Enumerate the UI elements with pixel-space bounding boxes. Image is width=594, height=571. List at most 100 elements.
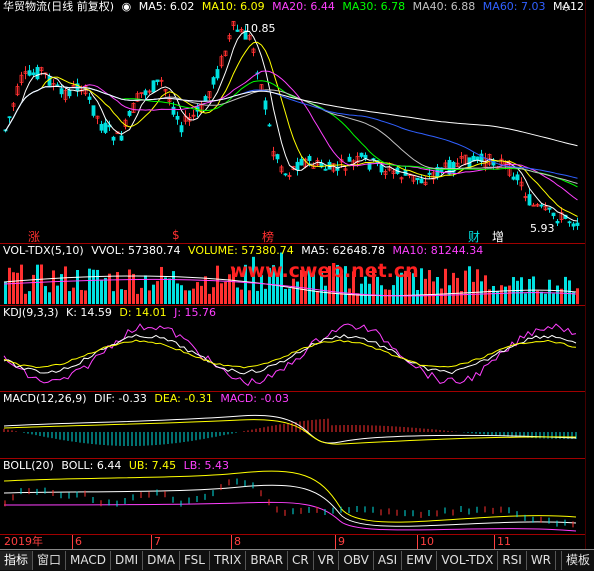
volume-bar [84,290,87,304]
axis-month-9: 9 [335,535,345,549]
price-panel[interactable]: 华贸物流(日线 前复权) ◉ MA5: 6.02 MA10: 6.09 MA20… [0,0,586,244]
candle-body [215,69,220,79]
volume-bar [100,279,103,304]
kdj-j-line [3,323,577,387]
volume-bar [136,293,139,304]
candle-body [475,156,480,161]
volume-bar [380,285,383,304]
volume-bar [168,278,171,304]
watermark: www.cweb.net.cn [230,260,419,282]
boll-panel[interactable]: BOLL(20) BOLL: 6.44 UB: 7.45 LB: 5.43 [0,458,586,534]
tab-asi[interactable]: ASI [374,551,403,570]
candle-body [347,156,352,162]
volume-bar [452,272,455,304]
candle-body [551,212,556,217]
candle-body [415,177,420,181]
tab-emv[interactable]: EMV [402,551,438,570]
boll-mid-line [3,484,577,527]
tab-indicator[interactable]: 指标 [0,551,34,570]
tab-vol-tdx[interactable]: VOL-TDX [437,551,499,570]
volume-bar [44,286,47,304]
volume-bar [576,288,579,304]
candle-body [575,222,580,226]
candle-body [363,154,368,159]
candle-body [283,173,288,176]
tab-vr[interactable]: VR [314,551,340,570]
candle-body [263,100,268,110]
volume-bar [544,293,547,304]
volume-bar [368,283,371,304]
candle-body [379,164,384,173]
volume-bar [36,264,39,304]
date-axis: 2019年 6 7 8 9 10 11 [0,534,586,549]
marker-dollar[interactable]: $ [172,228,180,242]
volume-bar [424,278,427,304]
kdj-name: KDJ(9,3,3) [3,306,59,319]
tab-brar[interactable]: BRAR [246,551,289,570]
volume-bar [176,283,179,304]
stock-title: 华贸物流(日线 前复权) [3,0,115,13]
volume-bar [188,290,191,304]
tab-dma[interactable]: DMA [143,551,180,570]
volume-bar [164,277,167,304]
tab-window[interactable]: 窗口 [33,551,67,570]
indicator-tabs: 指标 窗口 MACD DMI DMA FSL TRIX BRAR CR VR O… [0,549,594,571]
volume-bar [92,269,95,304]
kdj-header: KDJ(9,3,3) K: 14.59 D: 14.01 J: 15.76 [3,306,220,320]
tab-fsl[interactable]: FSL [180,551,210,570]
kdj-panel[interactable]: KDJ(9,3,3) K: 14.59 D: 14.01 J: 15.76 [0,305,586,391]
volume-bar [440,288,443,304]
tab-wr[interactable]: WR [527,551,557,570]
volume-bar [456,277,459,304]
volume-bar [324,285,327,304]
volume-bar [216,265,219,304]
settings-diamond-icon[interactable]: ◇ [562,0,570,13]
tab-obv[interactable]: OBV [339,551,374,570]
vol-ma10-label: MA10: 81244.34 [392,244,484,257]
candle-body [47,75,52,86]
volume-bar [12,272,15,304]
tab-dmi[interactable]: DMI [111,551,144,570]
volume-bar [180,285,183,304]
candle-body [111,136,116,141]
volume-bar [516,280,519,304]
candle-body [7,116,12,119]
volume-bar [124,289,127,304]
candle-body [539,204,544,207]
volume-bar [416,289,419,304]
candle-body [119,135,124,141]
macd-panel[interactable]: MACD(12,26,9) DIF: -0.33 DEA: -0.31 MACD… [0,391,586,458]
right-scrollbar[interactable] [585,0,594,570]
candle-body [67,89,72,97]
volume-bar [52,270,55,304]
volume-bar [432,281,435,304]
volume-bar [240,289,243,304]
ma30-label: MA30: 6.78 [342,0,406,13]
volume-bar [156,281,159,304]
volume-label: VOLUME: 57380.74 [188,244,294,257]
volume-bar [556,285,559,304]
kdj-d-label: D: 14.01 [119,306,167,319]
candle-body [103,122,108,133]
axis-month-10: 10 [417,535,434,549]
volume-bar [200,285,203,304]
volume-bar [212,287,215,304]
volume-bar [392,285,395,304]
macd-dea-label: DEA: -0.31 [154,392,213,405]
tab-trix[interactable]: TRIX [210,551,247,570]
macd-name: MACD(12,26,9) [3,392,87,405]
tab-rsi[interactable]: RSI [498,551,527,570]
volume-bar [508,285,511,304]
volume-name: VOL-TDX(5,10) [3,244,84,257]
volume-bar [552,293,555,304]
collapse-icon[interactable]: ◉ [122,0,132,13]
tab-cr[interactable]: CR [288,551,314,570]
volume-bar [48,292,51,304]
tab-macd[interactable]: MACD [66,551,112,570]
volume-panel[interactable]: VOL-TDX(5,10) VVOL: 57380.74 VOLUME: 573… [0,243,586,305]
volume-bar [256,290,259,304]
volume-bar [208,293,211,304]
tab-template[interactable]: 模板 [560,551,594,570]
candle-body [275,154,280,160]
volume-bar [500,285,503,304]
